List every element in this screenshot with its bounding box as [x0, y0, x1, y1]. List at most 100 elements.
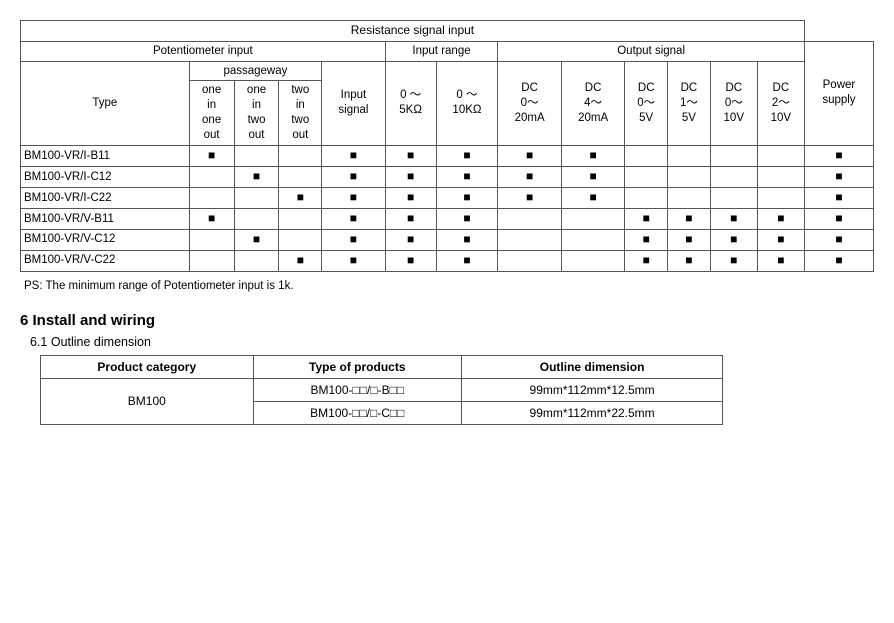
cell-5-dc15v — [668, 229, 711, 250]
cell-6-power — [804, 250, 873, 271]
outline-row-1: BM100 BM100-□□/□-B□□ 99mm*112mm*12.5mm — [41, 378, 723, 401]
section6: 6 Install and wiring 6.1 Outline dimensi… — [20, 312, 874, 425]
cell-5-dc210v — [757, 229, 804, 250]
cell-5-dc05v — [625, 229, 668, 250]
cell-3-dc210v — [757, 188, 804, 209]
cell-2-dc420ma — [561, 167, 625, 188]
resistance-table: Resistance signal input Potentiometer in… — [20, 20, 874, 272]
cell-3-3 — [279, 188, 322, 209]
type-label: Type — [21, 61, 190, 146]
passageway-label: passageway — [189, 61, 321, 81]
cell-6-dc15v — [668, 250, 711, 271]
cell-1-1 — [189, 146, 234, 167]
cell-5-2 — [234, 229, 279, 250]
cell-3-dc020ma — [498, 188, 562, 209]
row-name-2: BM100-VR/I-C12 — [21, 167, 190, 188]
row-name-1: BM100-VR/I-B11 — [21, 146, 190, 167]
col-0-10k: 0 ～10KΩ — [436, 61, 498, 146]
table-title: Resistance signal input — [21, 21, 805, 42]
cell-6-r5k — [385, 250, 436, 271]
cell-6-dc05v — [625, 250, 668, 271]
cell-4-power — [804, 209, 873, 230]
cell-5-1 — [189, 229, 234, 250]
cell-4-dc010v — [710, 209, 757, 230]
cell-4-1 — [189, 209, 234, 230]
cell-4-dc05v — [625, 209, 668, 230]
cell-2-r10k — [436, 167, 498, 188]
cell-1-r10k — [436, 146, 498, 167]
cell-5-dc020ma — [498, 229, 562, 250]
input-signal-label: Inputsignal — [322, 61, 386, 146]
col-0-5k: 0 ～5KΩ — [385, 61, 436, 146]
cell-2-dc15v — [668, 167, 711, 188]
col-dc-0-10v: DC0～10V — [710, 61, 757, 146]
output-signal-label: Output signal — [498, 41, 805, 61]
outline-col2-header: Type of products — [253, 355, 461, 378]
cell-1-dc010v — [710, 146, 757, 167]
cell-3-r10k — [436, 188, 498, 209]
row-name-3: BM100-VR/I-C22 — [21, 188, 190, 209]
cell-5-dc420ma — [561, 229, 625, 250]
cell-1-dc15v — [668, 146, 711, 167]
col-one-in-two-out: oneintwoout — [234, 81, 279, 146]
col-dc-0-20ma: DC0～20mA — [498, 61, 562, 146]
cell-2-3 — [279, 167, 322, 188]
cell-1-2 — [234, 146, 279, 167]
col-dc-2-10v: DC2～10V — [757, 61, 804, 146]
row-name-6: BM100-VR/V-C22 — [21, 250, 190, 271]
outline-col1-header: Product category — [41, 355, 254, 378]
cell-3-2 — [234, 188, 279, 209]
outline-table: Product category Type of products Outlin… — [40, 355, 723, 425]
table-row: BM100-VR/V-C12 — [21, 229, 874, 250]
ps-note: PS: The minimum range of Potentiometer i… — [24, 280, 874, 292]
cell-2-r5k — [385, 167, 436, 188]
cell-3-1 — [189, 188, 234, 209]
cell-3-poten — [322, 188, 386, 209]
outline-col3-header: Outline dimension — [462, 355, 723, 378]
cell-6-3 — [279, 250, 322, 271]
cell-3-dc420ma — [561, 188, 625, 209]
cell-4-dc420ma — [561, 209, 625, 230]
cell-1-r5k — [385, 146, 436, 167]
cell-2-dc210v — [757, 167, 804, 188]
cell-3-dc010v — [710, 188, 757, 209]
cell-6-dc020ma — [498, 250, 562, 271]
cell-6-1 — [189, 250, 234, 271]
cell-2-1 — [189, 167, 234, 188]
col-dc-1-5v: DC1～5V — [668, 61, 711, 146]
cell-2-poten — [322, 167, 386, 188]
col-dc-0-5v: DC0～5V — [625, 61, 668, 146]
cell-5-poten — [322, 229, 386, 250]
cell-2-dc010v — [710, 167, 757, 188]
cell-1-dc05v — [625, 146, 668, 167]
cell-4-dc210v — [757, 209, 804, 230]
input-range-label: Input range — [385, 41, 498, 61]
row-name-5: BM100-VR/V-C12 — [21, 229, 190, 250]
cell-6-poten — [322, 250, 386, 271]
table-row: BM100-VR/I-C12 — [21, 167, 874, 188]
cell-4-dc020ma — [498, 209, 562, 230]
cell-4-3 — [279, 209, 322, 230]
table-row: BM100-VR/V-B11 — [21, 209, 874, 230]
table-row: BM100-VR/V-C22 — [21, 250, 874, 271]
cell-1-dc210v — [757, 146, 804, 167]
cell-4-2 — [234, 209, 279, 230]
cell-1-3 — [279, 146, 322, 167]
outline-dim-1: 99mm*112mm*12.5mm — [462, 378, 723, 401]
cell-6-2 — [234, 250, 279, 271]
cell-1-power — [804, 146, 873, 167]
cell-5-dc010v — [710, 229, 757, 250]
cell-3-dc05v — [625, 188, 668, 209]
row-name-4: BM100-VR/V-B11 — [21, 209, 190, 230]
cell-5-3 — [279, 229, 322, 250]
cell-1-dc020ma — [498, 146, 562, 167]
cell-6-dc420ma — [561, 250, 625, 271]
outline-category: BM100 — [41, 378, 254, 424]
potentiometer-input-label: Potentiometer input — [21, 41, 386, 61]
cell-4-r5k — [385, 209, 436, 230]
section6-title: 6 Install and wiring — [20, 312, 874, 329]
outline-dim-2: 99mm*112mm*22.5mm — [462, 401, 723, 424]
cell-1-dc420ma — [561, 146, 625, 167]
cell-2-2 — [234, 167, 279, 188]
table-row: BM100-VR/I-C22 — [21, 188, 874, 209]
